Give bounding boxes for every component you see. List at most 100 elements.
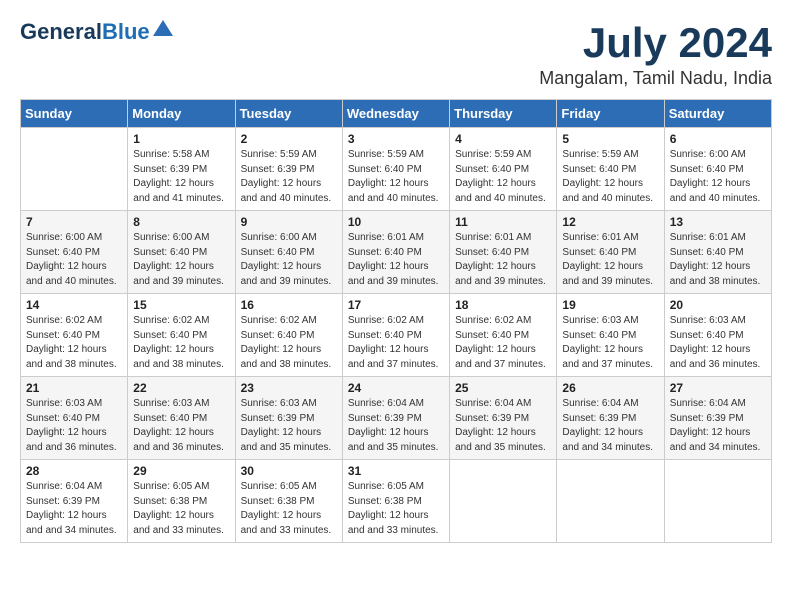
day-info: Sunrise: 6:03 AMSunset: 6:40 PMDaylight:… [670, 314, 766, 372]
day-info: Sunrise: 6:02 AMSunset: 6:40 PMDaylight:… [133, 314, 229, 372]
logo: GeneralBlue [20, 20, 173, 44]
day-number: 25 [455, 381, 551, 395]
day-cell [664, 460, 771, 543]
day-number: 2 [241, 132, 337, 146]
day-cell: 20 Sunrise: 6:03 AMSunset: 6:40 PMDayligh… [664, 294, 771, 377]
day-cell [557, 460, 664, 543]
day-number: 29 [133, 464, 229, 478]
day-info: Sunrise: 6:00 AMSunset: 6:40 PMDaylight:… [241, 231, 337, 289]
day-info: Sunrise: 6:02 AMSunset: 6:40 PMDaylight:… [455, 314, 551, 372]
day-cell: 11 Sunrise: 6:01 AMSunset: 6:40 PMDayligh… [450, 211, 557, 294]
day-cell: 12 Sunrise: 6:01 AMSunset: 6:40 PMDayligh… [557, 211, 664, 294]
day-cell: 6 Sunrise: 6:00 AMSunset: 6:40 PMDaylight… [664, 128, 771, 211]
day-number: 20 [670, 298, 766, 312]
day-info: Sunrise: 6:03 AMSunset: 6:40 PMDaylight:… [26, 397, 122, 455]
header-row: SundayMondayTuesdayWednesdayThursdayFrid… [21, 100, 772, 128]
day-cell: 1 Sunrise: 5:58 AMSunset: 6:39 PMDaylight… [128, 128, 235, 211]
day-info: Sunrise: 6:00 AMSunset: 6:40 PMDaylight:… [133, 231, 229, 289]
day-info: Sunrise: 5:59 AMSunset: 6:39 PMDaylight:… [241, 148, 337, 206]
day-cell: 15Sunrise: 6:02 AMSunset: 6:40 PMDayligh… [128, 294, 235, 377]
day-cell: 4Sunrise: 5:59 AMSunset: 6:40 PMDaylight… [450, 128, 557, 211]
day-number: 24 [348, 381, 444, 395]
day-number: 1 [133, 132, 229, 146]
day-info: Sunrise: 6:04 AMSunset: 6:39 PMDaylight:… [455, 397, 551, 455]
week-row-2: 7 Sunrise: 6:00 AMSunset: 6:40 PMDaylight… [21, 211, 772, 294]
day-cell: 27 Sunrise: 6:04 AMSunset: 6:39 PMDayligh… [664, 377, 771, 460]
day-info: Sunrise: 6:00 AMSunset: 6:40 PMDaylight:… [670, 148, 766, 206]
day-cell: 21 Sunrise: 6:03 AMSunset: 6:40 PMDayligh… [21, 377, 128, 460]
day-info: Sunrise: 6:01 AMSunset: 6:40 PMDaylight:… [562, 231, 658, 289]
day-info: Sunrise: 6:05 AMSunset: 6:38 PMDaylight:… [133, 480, 229, 538]
day-info: Sunrise: 6:02 AMSunset: 6:40 PMDaylight:… [348, 314, 444, 372]
day-number: 18 [455, 298, 551, 312]
day-cell: 23 Sunrise: 6:03 AMSunset: 6:39 PMDayligh… [235, 377, 342, 460]
day-info: Sunrise: 6:04 AMSunset: 6:39 PMDaylight:… [348, 397, 444, 455]
day-info: Sunrise: 6:00 AMSunset: 6:40 PMDaylight:… [26, 231, 122, 289]
day-cell: 22Sunrise: 6:03 AMSunset: 6:40 PMDayligh… [128, 377, 235, 460]
day-number: 26 [562, 381, 658, 395]
day-number: 17 [348, 298, 444, 312]
day-info: Sunrise: 6:01 AMSunset: 6:40 PMDaylight:… [670, 231, 766, 289]
day-cell: 17 Sunrise: 6:02 AMSunset: 6:40 PMDayligh… [342, 294, 449, 377]
day-number: 31 [348, 464, 444, 478]
day-number: 5 [562, 132, 658, 146]
day-cell: 16Sunrise: 6:02 AMSunset: 6:40 PMDayligh… [235, 294, 342, 377]
day-number: 7 [26, 215, 122, 229]
day-number: 19 [562, 298, 658, 312]
day-number: 13 [670, 215, 766, 229]
header-cell-friday: Friday [557, 100, 664, 128]
title-block: July 2024 Mangalam, Tamil Nadu, India [539, 20, 772, 89]
day-cell [21, 128, 128, 211]
day-number: 28 [26, 464, 122, 478]
week-row-1: 1 Sunrise: 5:58 AMSunset: 6:39 PMDaylight… [21, 128, 772, 211]
day-cell: 25 Sunrise: 6:04 AMSunset: 6:39 PMDayligh… [450, 377, 557, 460]
week-row-5: 28Sunrise: 6:04 AMSunset: 6:39 PMDayligh… [21, 460, 772, 543]
logo-text: GeneralBlue [20, 20, 150, 44]
day-info: Sunrise: 5:58 AMSunset: 6:39 PMDaylight:… [133, 148, 229, 206]
location-title: Mangalam, Tamil Nadu, India [539, 68, 772, 89]
calendar-table: SundayMondayTuesdayWednesdayThursdayFrid… [20, 99, 772, 543]
day-cell: 18 Sunrise: 6:02 AMSunset: 6:40 PMDayligh… [450, 294, 557, 377]
month-title: July 2024 [539, 20, 772, 66]
header-cell-tuesday: Tuesday [235, 100, 342, 128]
day-info: Sunrise: 6:01 AMSunset: 6:40 PMDaylight:… [455, 231, 551, 289]
day-cell: 5 Sunrise: 5:59 AMSunset: 6:40 PMDaylight… [557, 128, 664, 211]
day-cell: 3 Sunrise: 5:59 AMSunset: 6:40 PMDaylight… [342, 128, 449, 211]
day-number: 6 [670, 132, 766, 146]
day-number: 11 [455, 215, 551, 229]
day-number: 23 [241, 381, 337, 395]
header-cell-saturday: Saturday [664, 100, 771, 128]
day-number: 12 [562, 215, 658, 229]
day-info: Sunrise: 6:04 AMSunset: 6:39 PMDaylight:… [562, 397, 658, 455]
header-cell-sunday: Sunday [21, 100, 128, 128]
day-cell: 28Sunrise: 6:04 AMSunset: 6:39 PMDayligh… [21, 460, 128, 543]
day-number: 8 [133, 215, 229, 229]
logo-icon [153, 20, 173, 36]
day-number: 21 [26, 381, 122, 395]
page-header: GeneralBlue July 2024 Mangalam, Tamil Na… [20, 20, 772, 89]
day-info: Sunrise: 6:02 AMSunset: 6:40 PMDaylight:… [26, 314, 122, 372]
day-number: 10 [348, 215, 444, 229]
day-number: 16 [241, 298, 337, 312]
day-cell: 19Sunrise: 6:03 AMSunset: 6:40 PMDayligh… [557, 294, 664, 377]
day-cell: 2 Sunrise: 5:59 AMSunset: 6:39 PMDaylight… [235, 128, 342, 211]
day-number: 22 [133, 381, 229, 395]
header-cell-wednesday: Wednesday [342, 100, 449, 128]
day-number: 9 [241, 215, 337, 229]
day-cell: 31Sunrise: 6:05 AMSunset: 6:38 PMDayligh… [342, 460, 449, 543]
day-cell: 13 Sunrise: 6:01 AMSunset: 6:40 PMDayligh… [664, 211, 771, 294]
day-info: Sunrise: 5:59 AMSunset: 6:40 PMDaylight:… [348, 148, 444, 206]
day-info: Sunrise: 6:01 AMSunset: 6:40 PMDaylight:… [348, 231, 444, 289]
day-info: Sunrise: 5:59 AMSunset: 6:40 PMDaylight:… [562, 148, 658, 206]
day-number: 30 [241, 464, 337, 478]
day-number: 4 [455, 132, 551, 146]
day-cell: 8 Sunrise: 6:00 AMSunset: 6:40 PMDaylight… [128, 211, 235, 294]
day-info: Sunrise: 6:05 AMSunset: 6:38 PMDaylight:… [241, 480, 337, 538]
day-cell: 30 Sunrise: 6:05 AMSunset: 6:38 PMDayligh… [235, 460, 342, 543]
day-info: Sunrise: 6:03 AMSunset: 6:39 PMDaylight:… [241, 397, 337, 455]
day-cell: 26 Sunrise: 6:04 AMSunset: 6:39 PMDayligh… [557, 377, 664, 460]
day-info: Sunrise: 6:04 AMSunset: 6:39 PMDaylight:… [670, 397, 766, 455]
day-number: 3 [348, 132, 444, 146]
day-number: 27 [670, 381, 766, 395]
day-cell [450, 460, 557, 543]
